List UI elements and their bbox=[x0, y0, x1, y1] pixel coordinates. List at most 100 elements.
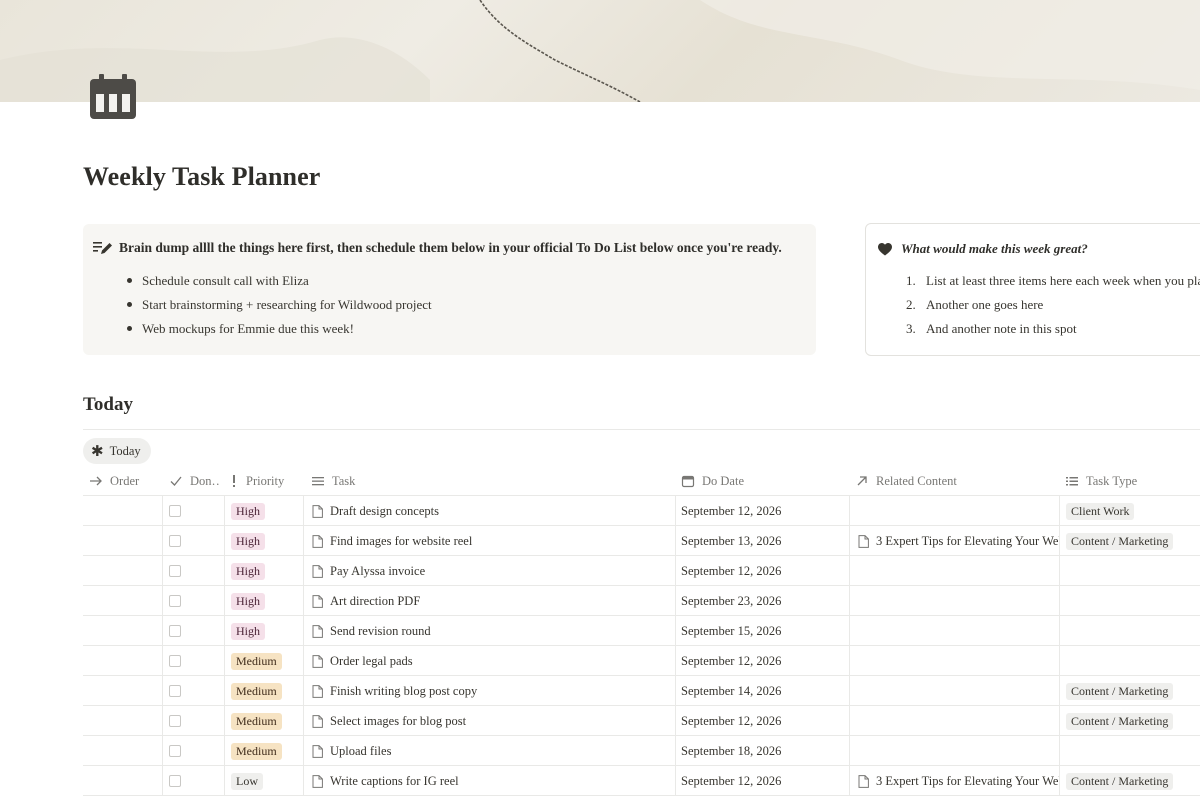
priority-cell[interactable]: High bbox=[231, 586, 301, 616]
column-header-do-date[interactable]: Do Date bbox=[681, 466, 851, 496]
list-item[interactable]: 3. And another note in this spot bbox=[906, 320, 1200, 344]
do-date-cell[interactable]: September 12, 2026 bbox=[681, 706, 846, 736]
done-cell[interactable] bbox=[169, 496, 219, 526]
priority-cell[interactable]: Medium bbox=[231, 736, 301, 766]
task-type-cell[interactable]: Client Work bbox=[1066, 496, 1200, 526]
priority-cell[interactable]: Low bbox=[231, 766, 301, 796]
task-type-cell[interactable] bbox=[1066, 616, 1200, 646]
column-divider bbox=[162, 676, 163, 705]
do-date-cell[interactable]: September 12, 2026 bbox=[681, 766, 846, 796]
priority-cell[interactable]: Medium bbox=[231, 646, 301, 676]
task-cell[interactable]: Find images for website reel bbox=[312, 526, 672, 556]
task-cell[interactable]: Art direction PDF bbox=[312, 586, 672, 616]
related-content-cell[interactable] bbox=[858, 556, 1059, 586]
related-content-link[interactable]: 3 Expert Tips for Elevating Your Website bbox=[876, 534, 1059, 549]
task-type-cell[interactable]: Content / Marketing bbox=[1066, 676, 1200, 706]
list-item[interactable]: Schedule consult call with Eliza bbox=[124, 272, 432, 296]
table-row[interactable]: Medium Upload files September 18, 2026 bbox=[83, 736, 1200, 766]
done-cell[interactable] bbox=[169, 556, 219, 586]
table-row[interactable]: High Pay Alyssa invoice September 12, 2026 bbox=[83, 556, 1200, 586]
related-content-cell[interactable] bbox=[858, 676, 1059, 706]
related-content-link[interactable]: 3 Expert Tips for Elevating Your Website bbox=[876, 774, 1059, 789]
done-checkbox[interactable] bbox=[169, 595, 181, 607]
done-checkbox[interactable] bbox=[169, 625, 181, 637]
do-date-cell[interactable]: September 12, 2026 bbox=[681, 646, 846, 676]
table-row[interactable]: Medium Select images for blog post Septemb… bbox=[83, 706, 1200, 736]
do-date-cell[interactable]: September 13, 2026 bbox=[681, 526, 846, 556]
done-checkbox[interactable] bbox=[169, 565, 181, 577]
do-date-cell[interactable]: September 12, 2026 bbox=[681, 556, 846, 586]
do-date-cell[interactable]: September 12, 2026 bbox=[681, 496, 846, 526]
task-type-cell[interactable] bbox=[1066, 646, 1200, 676]
task-type-cell[interactable] bbox=[1066, 736, 1200, 766]
table-row[interactable]: Medium Finish writing blog post copy Septe… bbox=[83, 676, 1200, 706]
table-row[interactable]: High Find images for website reel Septembe… bbox=[83, 526, 1200, 556]
do-date-cell[interactable]: September 14, 2026 bbox=[681, 676, 846, 706]
done-cell[interactable] bbox=[169, 706, 219, 736]
task-cell[interactable]: Finish writing blog post copy bbox=[312, 676, 672, 706]
priority-cell[interactable]: High bbox=[231, 496, 301, 526]
column-divider bbox=[303, 676, 304, 705]
done-checkbox[interactable] bbox=[169, 775, 181, 787]
done-cell[interactable] bbox=[169, 526, 219, 556]
priority-cell[interactable]: Medium bbox=[231, 706, 301, 736]
done-checkbox[interactable] bbox=[169, 685, 181, 697]
column-header-done[interactable]: Don… bbox=[169, 466, 221, 496]
table-row[interactable]: High Art direction PDF September 23, 2026 bbox=[83, 586, 1200, 616]
column-header-task[interactable]: Task bbox=[311, 466, 671, 496]
task-type-cell[interactable]: Content / Marketing bbox=[1066, 526, 1200, 556]
task-cell[interactable]: Draft design concepts bbox=[312, 496, 672, 526]
table-row[interactable]: High Send revision round September 15, 202… bbox=[83, 616, 1200, 646]
related-content-cell[interactable] bbox=[858, 706, 1059, 736]
done-cell[interactable] bbox=[169, 736, 219, 766]
done-cell[interactable] bbox=[169, 766, 219, 796]
do-date-cell[interactable]: September 15, 2026 bbox=[681, 616, 846, 646]
done-cell[interactable] bbox=[169, 616, 219, 646]
list-item[interactable]: 2. Another one goes here bbox=[906, 296, 1200, 320]
table-row[interactable]: High Draft design concepts September 12, 2… bbox=[83, 496, 1200, 526]
priority-cell[interactable]: High bbox=[231, 526, 301, 556]
task-cell[interactable]: Send revision round bbox=[312, 616, 672, 646]
calendar-icon[interactable] bbox=[89, 74, 137, 120]
done-checkbox[interactable] bbox=[169, 745, 181, 757]
related-content-cell[interactable] bbox=[858, 736, 1059, 766]
column-header-related-content[interactable]: Related Content bbox=[855, 466, 1055, 496]
priority-cell[interactable]: High bbox=[231, 616, 301, 646]
related-content-cell[interactable]: 3 Expert Tips for Elevating Your Website bbox=[858, 766, 1059, 796]
task-type-cell[interactable]: Content / Marketing bbox=[1066, 706, 1200, 736]
done-checkbox[interactable] bbox=[169, 535, 181, 547]
task-cell[interactable]: Write captions for IG reel bbox=[312, 766, 672, 796]
task-type-cell[interactable]: Content / Marketing bbox=[1066, 766, 1200, 796]
related-content-cell[interactable] bbox=[858, 646, 1059, 676]
column-header-task-type[interactable]: Task Type bbox=[1065, 466, 1200, 496]
view-tab-today[interactable]: ✱ Today bbox=[83, 438, 151, 464]
do-date-cell[interactable]: September 18, 2026 bbox=[681, 736, 846, 766]
table-row[interactable]: Low Write captions for IG reel September 1… bbox=[83, 766, 1200, 796]
list-item[interactable]: 1. List at least three items here each we… bbox=[906, 272, 1200, 296]
priority-tag: High bbox=[231, 562, 265, 580]
column-header-order[interactable]: Order bbox=[89, 466, 161, 496]
done-cell[interactable] bbox=[169, 646, 219, 676]
priority-cell[interactable]: Medium bbox=[231, 676, 301, 706]
list-item[interactable]: Web mockups for Emmie due this week! bbox=[124, 320, 432, 344]
task-cell[interactable]: Upload files bbox=[312, 736, 672, 766]
do-date-cell[interactable]: September 23, 2026 bbox=[681, 586, 846, 616]
task-cell[interactable]: Select images for blog post bbox=[312, 706, 672, 736]
column-header-priority[interactable]: Priority bbox=[229, 466, 301, 496]
done-cell[interactable] bbox=[169, 676, 219, 706]
done-checkbox[interactable] bbox=[169, 715, 181, 727]
task-cell[interactable]: Order legal pads bbox=[312, 646, 672, 676]
related-content-cell[interactable]: 3 Expert Tips for Elevating Your Website bbox=[858, 526, 1059, 556]
task-type-cell[interactable] bbox=[1066, 556, 1200, 586]
task-cell[interactable]: Pay Alyssa invoice bbox=[312, 556, 672, 586]
task-type-cell[interactable] bbox=[1066, 586, 1200, 616]
related-content-cell[interactable] bbox=[858, 496, 1059, 526]
done-cell[interactable] bbox=[169, 586, 219, 616]
done-checkbox[interactable] bbox=[169, 655, 181, 667]
related-content-cell[interactable] bbox=[858, 586, 1059, 616]
priority-cell[interactable]: High bbox=[231, 556, 301, 586]
list-item[interactable]: Start brainstorming + researching for Wi… bbox=[124, 296, 432, 320]
table-row[interactable]: Medium Order legal pads September 12, 2026 bbox=[83, 646, 1200, 676]
done-checkbox[interactable] bbox=[169, 505, 181, 517]
related-content-cell[interactable] bbox=[858, 616, 1059, 646]
